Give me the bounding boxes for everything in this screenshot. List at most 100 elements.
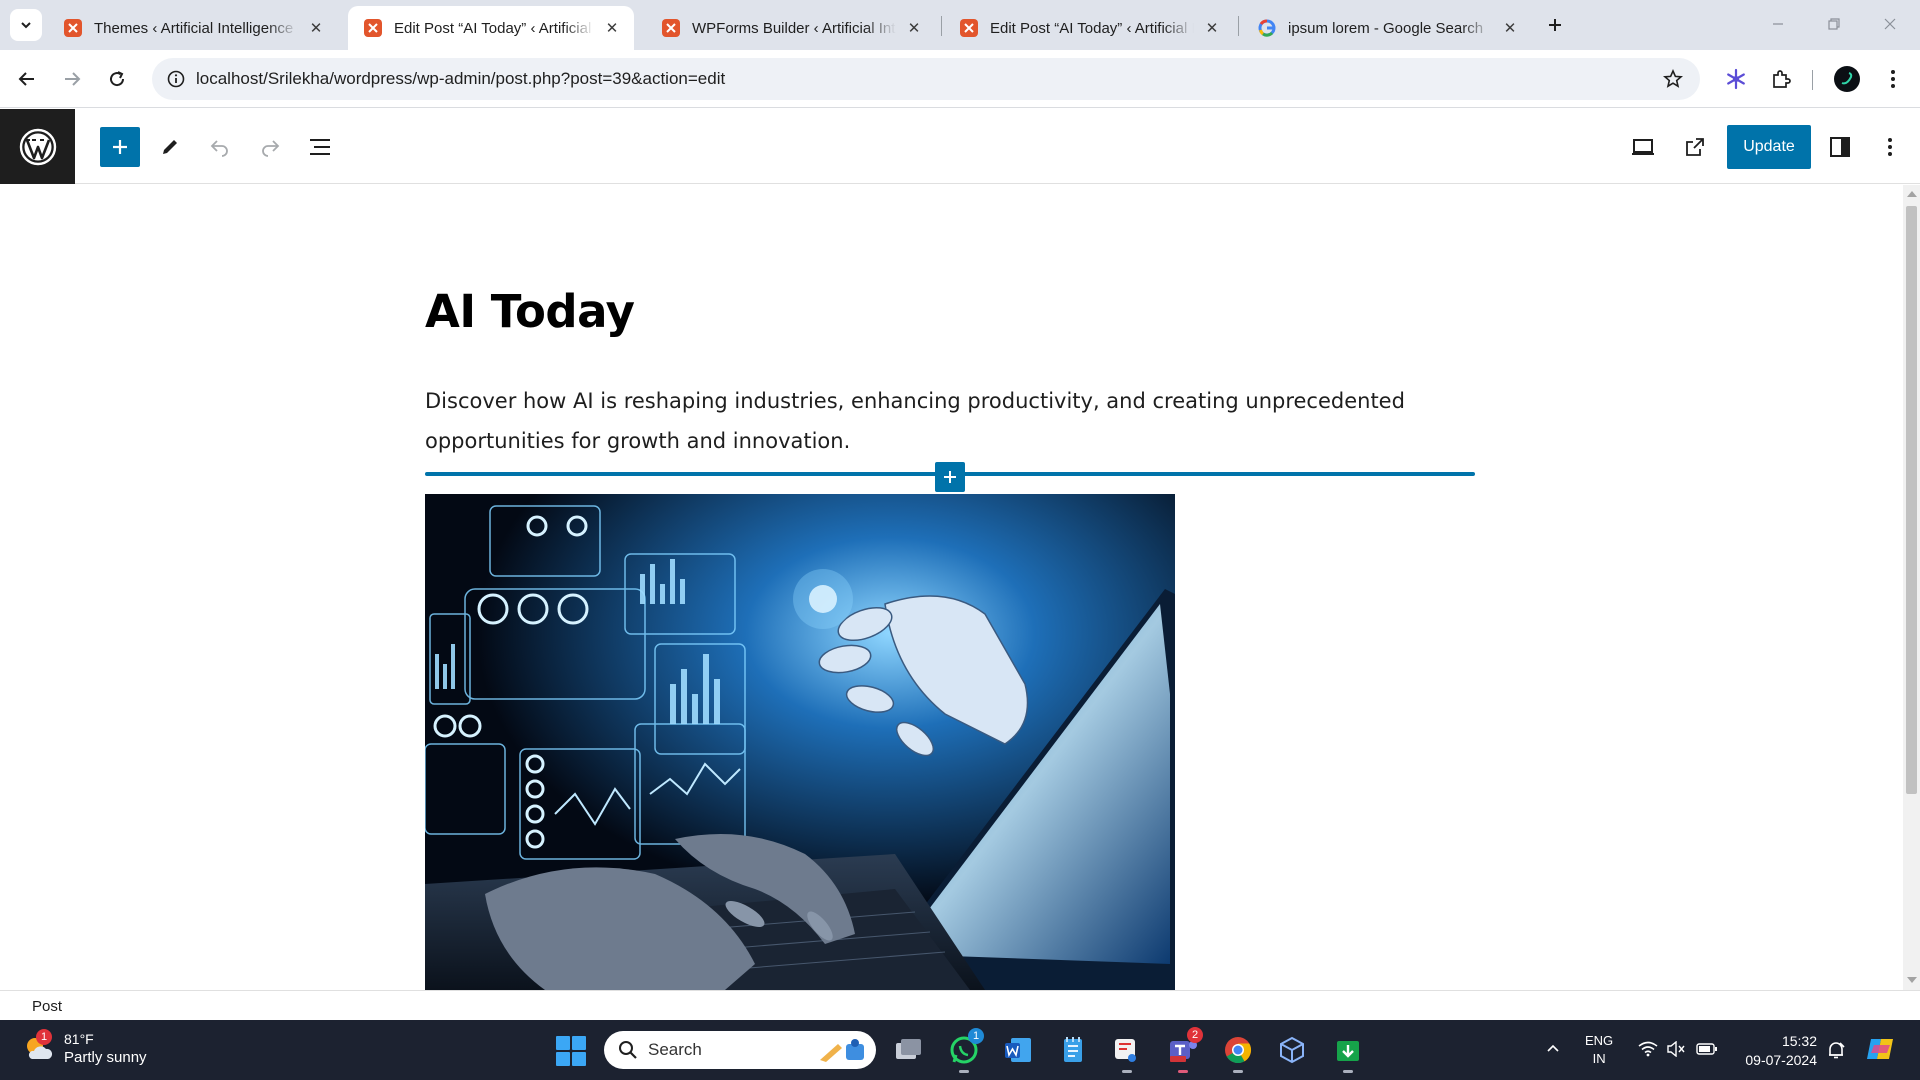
tab-search-button[interactable] (10, 9, 42, 41)
notifications-bell-icon[interactable] (1824, 1038, 1848, 1062)
url-text[interactable]: localhost/Srilekha/wordpress/wp-admin/po… (196, 69, 725, 89)
battery-icon[interactable] (1695, 1038, 1719, 1060)
update-button[interactable]: Update (1727, 125, 1811, 169)
notepad-icon[interactable] (1053, 1030, 1093, 1070)
tab-title: WPForms Builder ‹ Artificial Intelligenc… (692, 19, 896, 37)
weather-widget[interactable]: 1 81°F Partly sunny (22, 1029, 147, 1068)
wifi-icon[interactable] (1637, 1038, 1659, 1060)
arrow-right-icon (65, 72, 81, 86)
word-icon[interactable] (998, 1030, 1038, 1070)
browser-tab-wpforms[interactable]: WPForms Builder ‹ Artificial Intelligenc… (646, 6, 936, 50)
editor-scrollbar[interactable] (1903, 185, 1920, 990)
breadcrumb-post[interactable]: Post (32, 998, 62, 1015)
weather-temperature: 81°F (64, 1031, 94, 1047)
insert-block-button[interactable] (935, 462, 965, 492)
document-overview-button[interactable] (300, 127, 340, 167)
virtualbox-icon[interactable] (1272, 1030, 1312, 1070)
system-clock[interactable]: 15:32 09-07-2024 (1733, 1032, 1817, 1070)
scroll-down-arrow-icon[interactable] (1907, 977, 1917, 983)
undo-button[interactable] (200, 127, 240, 167)
plus-icon (1549, 19, 1561, 31)
view-post-button[interactable] (1675, 127, 1715, 167)
start-button[interactable] (556, 1036, 586, 1066)
chevron-down-icon (21, 22, 31, 29)
preview-button[interactable] (1623, 127, 1663, 167)
bookmark-star-icon[interactable] (1658, 64, 1688, 94)
show-hidden-icons-chevron-up-icon[interactable] (1543, 1038, 1563, 1058)
ai-robot-laptop-image (425, 494, 1175, 990)
list-view-icon (310, 139, 330, 155)
restore-button[interactable] (1806, 6, 1862, 42)
xampp-favicon-icon (960, 19, 978, 37)
volume-muted-icon[interactable] (1665, 1038, 1687, 1060)
scrollbar-thumb[interactable] (1906, 206, 1917, 794)
xampp-favicon-icon (662, 19, 680, 37)
reload-button[interactable] (100, 62, 134, 96)
wordpress-logo-button[interactable] (0, 109, 75, 184)
snipping-tool-icon[interactable] (1107, 1030, 1147, 1073)
language-code: ENG (1585, 1033, 1614, 1048)
arrow-left-icon (18, 72, 34, 86)
settings-sidebar-button[interactable] (1820, 127, 1860, 167)
whatsapp-icon[interactable]: 1 (944, 1028, 984, 1073)
forward-button[interactable] (55, 62, 89, 96)
options-menu-button[interactable] (1870, 127, 1910, 167)
extensions-puzzle-icon[interactable] (1764, 62, 1798, 96)
search-icon (619, 1041, 637, 1059)
browser-tab-edit-post[interactable]: Edit Post “AI Today” ‹ Artificial Intell… (348, 6, 634, 50)
editor-canvas: AI Today Discover how AI is reshaping in… (0, 185, 1903, 990)
tab-separator (941, 16, 942, 36)
reload-icon (110, 71, 125, 87)
tab-title: ipsum lorem - Google Search (1288, 19, 1484, 37)
browser-tab-themes[interactable]: Themes ‹ Artificial Intelligence – WordP… (48, 6, 338, 50)
editor-header: Update (0, 109, 1920, 184)
profile-logo-icon (1841, 72, 1853, 85)
close-tab-icon[interactable]: ✕ (1202, 18, 1222, 38)
windows-taskbar: 1 81°F Partly sunny Search 1 2 ENG IN 15… (0, 1020, 1920, 1080)
partly-sunny-icon: 1 (22, 1029, 54, 1065)
teams-icon[interactable]: 2 (1163, 1027, 1203, 1073)
wordpress-logo-icon (19, 128, 56, 165)
clock-time: 15:32 (1781, 1033, 1817, 1049)
taskbar-search-box[interactable]: Search (604, 1031, 876, 1069)
scroll-up-arrow-icon[interactable] (1907, 191, 1917, 197)
copilot-icon[interactable] (1864, 1034, 1898, 1064)
close-tab-icon[interactable]: ✕ (602, 18, 622, 38)
redo-button[interactable] (250, 127, 290, 167)
block-inserter-button[interactable] (100, 127, 140, 167)
tools-edit-button[interactable] (150, 127, 190, 167)
image-block[interactable] (425, 494, 1175, 990)
address-bar[interactable]: localhost/Srilekha/wordpress/wp-admin/po… (152, 58, 1700, 100)
restore-icon (1828, 18, 1840, 30)
close-window-button[interactable] (1862, 6, 1918, 42)
task-view-icon[interactable] (888, 1030, 928, 1070)
browser-tab-google-search[interactable]: ipsum lorem - Google Search ✕ (1242, 6, 1532, 50)
browser-tab-edit-post-2[interactable]: Edit Post “AI Today” ‹ Artificial Intell… (944, 6, 1234, 50)
kebab-menu-icon (1891, 70, 1895, 88)
browser-menu-button[interactable] (1876, 62, 1910, 96)
post-title[interactable]: AI Today (425, 285, 635, 338)
close-tab-icon[interactable]: ✕ (1500, 18, 1520, 38)
external-link-icon (1686, 138, 1704, 156)
download-manager-icon[interactable] (1328, 1030, 1368, 1073)
browser-toolbar: localhost/Srilekha/wordpress/wp-admin/po… (0, 50, 1920, 108)
taskbar-search-label: Search (648, 1040, 702, 1059)
site-info-icon[interactable] (160, 63, 192, 95)
paragraph-block[interactable]: Discover how AI is reshaping industries,… (425, 381, 1475, 461)
close-tab-icon[interactable]: ✕ (904, 18, 924, 38)
editor-footer: Post (0, 990, 1920, 1020)
input-language-indicator[interactable]: ENG IN (1585, 1032, 1613, 1068)
minimize-button[interactable] (1750, 6, 1806, 42)
profile-avatar[interactable] (1834, 66, 1860, 92)
tab-title: Themes ‹ Artificial Intelligence – WordP… (94, 19, 298, 37)
region-code: IN (1592, 1051, 1606, 1066)
new-tab-button[interactable] (1540, 10, 1570, 40)
toolbar-separator (1812, 70, 1813, 90)
close-tab-icon[interactable]: ✕ (306, 18, 326, 38)
chrome-icon[interactable] (1218, 1030, 1258, 1073)
back-button[interactable] (10, 62, 44, 96)
undo-icon (210, 140, 228, 157)
google-favicon-icon (1258, 19, 1276, 37)
extension-snowflake-icon[interactable] (1719, 62, 1753, 96)
desktop-preview-icon (1632, 139, 1654, 155)
